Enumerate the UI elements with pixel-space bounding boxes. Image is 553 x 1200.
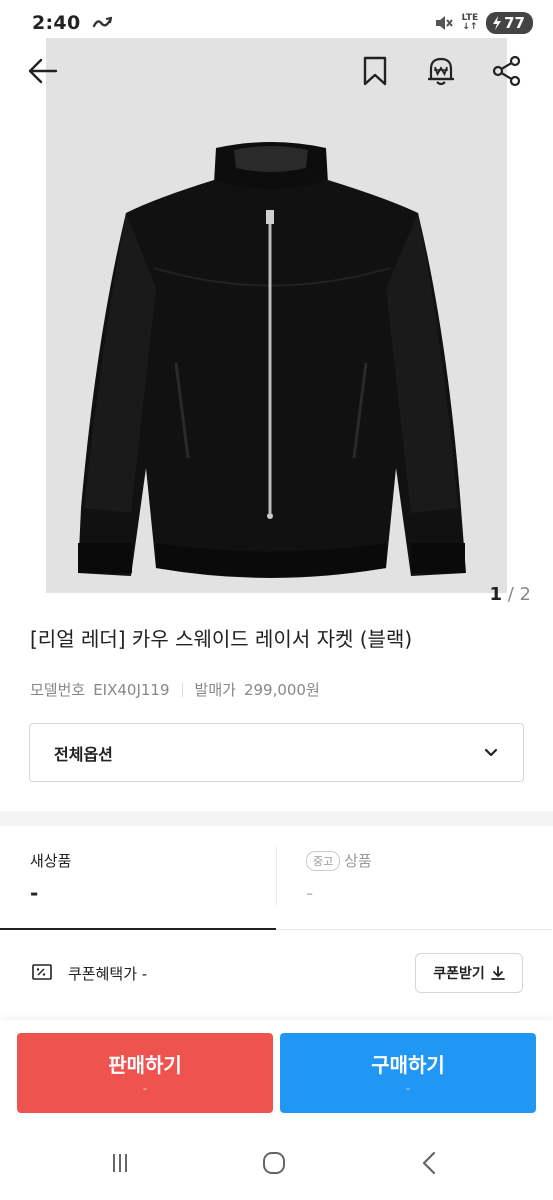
image-page-counter: 1 / 2 [489,584,531,605]
charging-icon [493,16,502,30]
bottom-action-bar: 판매하기 - 구매하기 - [0,1020,553,1128]
coupon-price-text: 쿠폰혜택가 - [68,965,148,983]
option-select-label: 전체옵션 [54,744,113,764]
product-image [78,142,466,578]
get-coupon-label: 쿠폰받기 [433,966,485,982]
home-icon [263,1152,285,1174]
release-price: 299,000원 [243,681,320,699]
section-divider [0,811,553,826]
battery-indicator: 77 [486,12,533,34]
sell-button-price: - [143,1082,147,1095]
total-pages: 2 [519,584,531,605]
product-title: [리얼 레더] 카우 스웨이드 레이서 자켓 (블랙) [30,627,413,651]
current-page: 1 [489,584,502,605]
tab-new[interactable]: 새상품 - [0,826,276,930]
share-icon [492,55,521,87]
coupon-icon [32,964,52,980]
system-back-button[interactable] [410,1148,450,1178]
price-alert-button[interactable] [418,48,464,94]
battery-level: 77 [504,14,525,32]
tab-used-label: 중고 상품 [306,850,552,871]
share-button[interactable] [484,48,530,94]
buy-button-price: - [406,1082,410,1095]
top-navigation [0,38,553,104]
home-button[interactable] [254,1148,294,1178]
bookmark-button[interactable] [352,48,398,94]
buy-button[interactable]: 구매하기 - [280,1033,536,1113]
model-number-label: 모델번호 [30,681,86,699]
android-navigation-bar [0,1128,553,1200]
price-alert-icon [428,57,454,86]
back-arrow-icon [28,58,58,84]
wifi-calling-icon [93,16,113,28]
tab-used-title: 상품 [344,852,372,870]
coupon-row: 쿠폰혜택가 - 쿠폰받기 [0,952,553,994]
option-select[interactable]: 전체옵션 [29,723,524,782]
get-coupon-button[interactable]: 쿠폰받기 [415,953,523,993]
system-back-icon [422,1151,436,1175]
status-time: 2:40 [32,12,81,34]
model-number: EIX40J119 [93,680,170,699]
sell-button[interactable]: 판매하기 - [17,1033,273,1113]
page-separator: / [507,584,514,605]
recent-apps-button[interactable] [100,1148,140,1178]
used-badge: 중고 [306,851,341,871]
network-indicator: LTE ↓↑ [461,13,479,32]
tab-new-price: - [30,881,39,905]
divider [181,682,183,697]
sell-button-label: 판매하기 [108,1053,182,1077]
model-info-row: 모델번호 EIX40J119 발매가 299,000원 [30,679,320,700]
back-button[interactable] [20,48,66,94]
mute-icon [435,16,453,30]
product-image-carousel[interactable]: 1 / 2 [0,38,553,605]
bookmark-icon [363,56,387,86]
buy-button-label: 구매하기 [371,1053,445,1077]
condition-tabs: 새상품 - 중고 상품 - [0,826,553,930]
recent-apps-icon [113,1154,127,1172]
chevron-down-icon [484,748,498,756]
tab-used-price: - [306,881,314,905]
release-price-label: 발매가 [194,681,236,699]
tab-new-label: 새상품 [30,852,72,870]
tab-used[interactable]: 중고 상품 - [276,826,552,930]
download-icon [490,966,505,980]
